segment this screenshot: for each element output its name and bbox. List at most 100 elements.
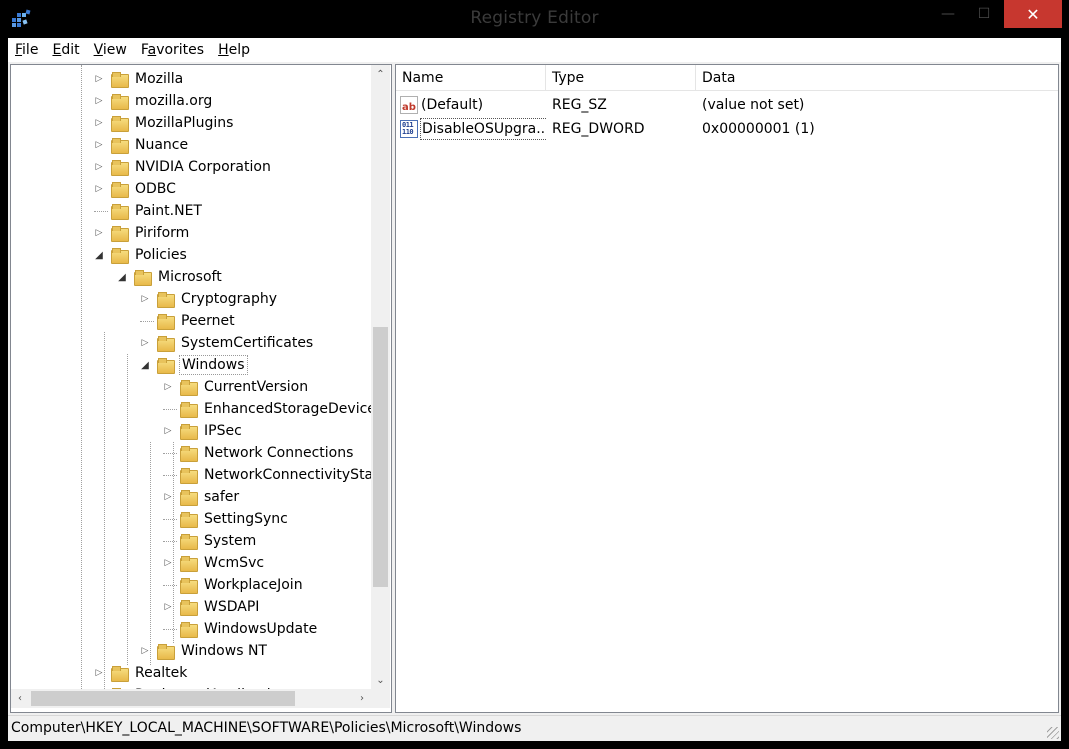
minimize-button[interactable]: — (930, 0, 966, 28)
tree-item-label[interactable]: safer (202, 488, 241, 506)
menu-favorites[interactable]: Favorites (134, 38, 211, 62)
column-header-name[interactable]: Name (396, 65, 546, 91)
tree-vertical-scroll-thumb[interactable] (373, 327, 388, 587)
tree-item-label[interactable]: MozillaPlugins (133, 114, 235, 132)
scroll-up-icon[interactable]: ⌃ (371, 65, 390, 83)
tree-item-label[interactable]: Windows NT (179, 642, 269, 660)
tree-item[interactable]: ◢ Windows (139, 354, 248, 376)
value-row[interactable]: ab (Default) REG_SZ (value not set) (396, 93, 1058, 117)
tree-item-label[interactable]: Peernet (179, 312, 237, 330)
scroll-left-icon[interactable]: ‹ (11, 689, 29, 708)
column-header-data[interactable]: Data (696, 65, 1058, 91)
tree-item[interactable]: WindowsUpdate (162, 618, 319, 640)
close-button[interactable]: ✕ (1004, 0, 1062, 28)
tree-item[interactable]: ◢ Microsoft (116, 266, 224, 288)
collapse-icon[interactable]: ◢ (116, 271, 128, 283)
expand-icon[interactable]: ▷ (93, 227, 105, 239)
expand-icon[interactable]: ▷ (139, 337, 151, 349)
value-name-cell[interactable]: ab (Default) (396, 93, 546, 117)
menu-file[interactable]: File (8, 38, 45, 62)
expand-icon[interactable]: ▷ (93, 73, 105, 85)
registry-tree-pane[interactable]: ▷ Mozilla ▷ mozilla.org ▷ MozillaPlugins ▷ Nuan… (10, 64, 392, 713)
tree-item[interactable]: ▷ NVIDIA Corporation (93, 156, 273, 178)
value-name-cell[interactable]: 011 110 DisableOSUpgra... (396, 117, 546, 141)
expand-icon[interactable]: ▷ (162, 425, 174, 437)
scroll-right-icon[interactable]: › (353, 689, 371, 708)
tree-item-label[interactable]: Policies (133, 246, 189, 264)
tree-item[interactable]: ▷ WcmSvc (162, 552, 266, 574)
values-list-pane[interactable]: Name Type Data ab (Default) REG_SZ (value n… (395, 64, 1059, 713)
maximize-button[interactable]: ☐ (966, 0, 1002, 28)
tree-vertical-scrollbar[interactable]: ⌃ ⌄ (371, 65, 390, 689)
tree-item-label[interactable]: Nuance (133, 136, 190, 154)
tree-item-label[interactable]: Realtek (133, 664, 189, 682)
tree-item-label[interactable]: Mozilla (133, 70, 185, 88)
tree-item-label[interactable]: ODBC (133, 180, 178, 198)
tree-item-label[interactable]: CurrentVersion (202, 378, 310, 396)
tree-item-label[interactable]: IPSec (202, 422, 244, 440)
scroll-down-icon[interactable]: ⌄ (371, 671, 390, 689)
tree-item-label[interactable]: Network Connections (202, 444, 355, 462)
tree-item[interactable]: ▷ SystemCertificates (139, 332, 315, 354)
tree-item-label[interactable]: EnhancedStorageDevices (202, 400, 371, 418)
tree-horizontal-scrollbar[interactable]: ‹ › (11, 689, 371, 708)
tree-item-label[interactable]: WorkplaceJoin (202, 576, 305, 594)
tree-item[interactable]: Network Connections (162, 442, 355, 464)
tree-item[interactable]: ▷ Mozilla (93, 68, 185, 90)
tree-item-label[interactable]: Paint.NET (133, 202, 204, 220)
expand-icon[interactable]: ▷ (93, 183, 105, 195)
registry-tree[interactable]: ▷ Mozilla ▷ mozilla.org ▷ MozillaPlugins ▷ Nuan… (11, 65, 371, 689)
tree-item[interactable]: EnhancedStorageDevices (162, 398, 371, 420)
tree-item-label[interactable]: WindowsUpdate (202, 620, 319, 638)
collapse-icon[interactable]: ◢ (139, 359, 151, 371)
tree-item-label[interactable]: Windows (179, 355, 248, 375)
resize-grip-icon[interactable] (1047, 727, 1059, 739)
tree-item[interactable]: ▷ Realtek (93, 662, 189, 684)
tree-item-label[interactable]: Microsoft (156, 268, 224, 286)
tree-item[interactable]: SettingSync (162, 508, 290, 530)
tree-item-label[interactable]: System (202, 532, 258, 550)
tree-item-label[interactable]: SystemCertificates (179, 334, 315, 352)
tree-item[interactable]: Paint.NET (93, 200, 204, 222)
tree-item[interactable]: ▷ ODBC (93, 178, 178, 200)
tree-item-label[interactable]: WcmSvc (202, 554, 266, 572)
tree-item-label[interactable]: SettingSync (202, 510, 290, 528)
tree-item[interactable]: ▷ Piriform (93, 222, 191, 244)
expand-icon[interactable]: ▷ (162, 381, 174, 393)
tree-guide-line (163, 629, 177, 630)
tree-item-label[interactable]: mozilla.org (133, 92, 214, 110)
expand-icon[interactable]: ▷ (93, 161, 105, 173)
expand-icon[interactable]: ▷ (93, 95, 105, 107)
tree-item[interactable]: ▷ MozillaPlugins (93, 112, 235, 134)
tree-item-label[interactable]: Piriform (133, 224, 191, 242)
tree-item[interactable]: NetworkConnectivityStatusIndicator (162, 464, 371, 486)
menu-edit[interactable]: Edit (45, 38, 86, 62)
expand-icon[interactable]: ▷ (93, 117, 105, 129)
tree-item[interactable]: ▷ WSDAPI (162, 596, 261, 618)
tree-item[interactable]: ▷ CurrentVersion (162, 376, 310, 398)
menu-bar: File Edit View Favorites Help (8, 38, 1061, 62)
value-row[interactable]: 011 110 DisableOSUpgra... REG_DWORD 0x000000… (396, 117, 1058, 141)
column-header-type[interactable]: Type (546, 65, 696, 91)
folder-icon (111, 138, 129, 154)
tree-item-label[interactable]: NVIDIA Corporation (133, 158, 273, 176)
tree-item[interactable]: ▷ Nuance (93, 134, 190, 156)
tree-item-label[interactable]: Cryptography (179, 290, 279, 308)
tree-item[interactable]: ▷ mozilla.org (93, 90, 214, 112)
expand-icon[interactable]: ▷ (139, 293, 151, 305)
collapse-icon[interactable]: ◢ (93, 249, 105, 261)
tree-item[interactable]: ▷ Windows NT (139, 640, 269, 662)
tree-item-label[interactable]: NetworkConnectivityStatusIndicator (202, 466, 371, 484)
tree-guide-line (163, 585, 177, 586)
tree-item[interactable]: WorkplaceJoin (162, 574, 305, 596)
tree-horizontal-scroll-thumb[interactable] (31, 691, 295, 706)
expand-icon[interactable]: ▷ (93, 139, 105, 151)
tree-item[interactable]: ▷ Cryptography (139, 288, 279, 310)
menu-help[interactable]: Help (211, 38, 257, 62)
folder-icon (157, 644, 175, 660)
tree-guide-line (104, 332, 105, 689)
menu-view[interactable]: View (87, 38, 134, 62)
tree-item[interactable]: ◢ Policies (93, 244, 189, 266)
tree-item-label[interactable]: WSDAPI (202, 598, 261, 616)
tree-item[interactable]: ▷ IPSec (162, 420, 244, 442)
